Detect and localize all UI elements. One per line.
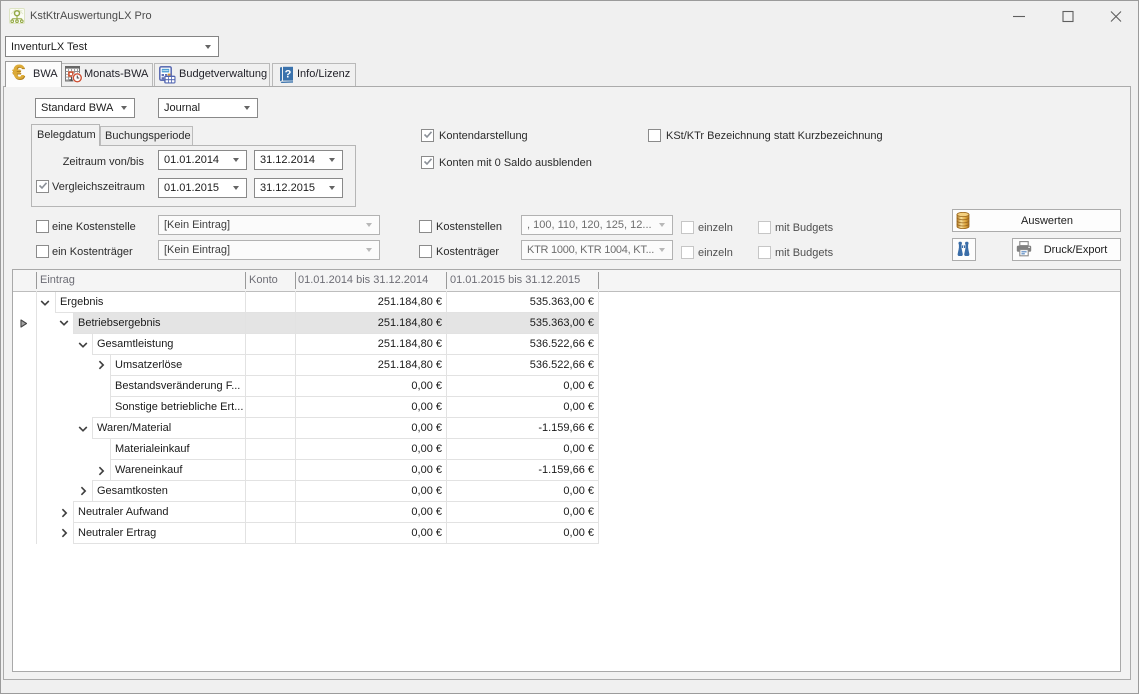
svg-text:?: ? (285, 68, 292, 80)
